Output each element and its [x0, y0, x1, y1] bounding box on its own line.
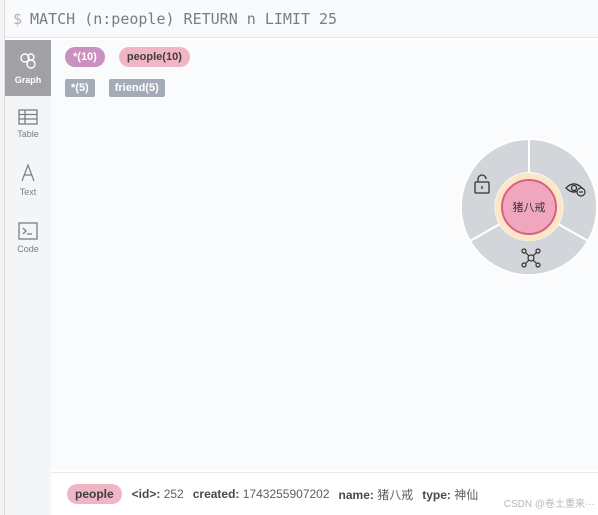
prop-key: type:: [422, 487, 451, 502]
graph-svg: 猪八戒: [459, 137, 598, 277]
table-icon: [18, 109, 38, 125]
query-text[interactable]: MATCH (n:people) RETURN n LIMIT 25: [30, 10, 337, 28]
sidebar-item-graph[interactable]: Graph: [5, 40, 51, 96]
node-caption: 猪八戒: [513, 201, 546, 214]
sidebar-item-text[interactable]: Text: [5, 152, 51, 208]
prop-value: 猪八戒: [377, 487, 414, 502]
prop-id: <id>: 252: [132, 487, 184, 501]
view-sidebar: Graph Table Text Code: [5, 40, 51, 515]
prop-name: name: 猪八戒: [339, 486, 414, 503]
prop-value: 252: [163, 487, 184, 501]
query-prompt: $: [13, 9, 23, 28]
query-bar[interactable]: $ MATCH (n:people) RETURN n LIMIT 25: [5, 0, 598, 38]
prop-value: 1743255907202: [242, 487, 330, 501]
code-icon: [18, 222, 38, 240]
sidebar-item-label: Code: [17, 244, 39, 254]
prop-value: 神仙: [454, 487, 479, 502]
sidebar-item-label: Table: [17, 129, 39, 139]
watermark: CSDN @卷土重来···: [503, 499, 595, 510]
graph-icon: [20, 53, 36, 69]
graph-canvas[interactable]: *(10) people(10) *(5) friend(5) 猪八戒: [51, 40, 598, 470]
prop-key: <id>:: [131, 487, 161, 501]
prop-key: name:: [338, 487, 374, 502]
sidebar-item-label: Text: [19, 187, 37, 197]
result-frame: $ MATCH (n:people) RETURN n LIMIT 25 Gra…: [4, 0, 598, 515]
sidebar-item-code[interactable]: Code: [5, 210, 51, 266]
prop-type: type: 神仙: [422, 486, 478, 503]
sidebar-item-table[interactable]: Table: [5, 96, 51, 152]
prop-key: created:: [192, 487, 240, 501]
sidebar-item-label: Graph: [14, 75, 42, 85]
text-icon: [21, 163, 35, 182]
prop-created: created: 1743255907202: [193, 487, 330, 501]
status-label-people[interactable]: people: [67, 484, 122, 504]
